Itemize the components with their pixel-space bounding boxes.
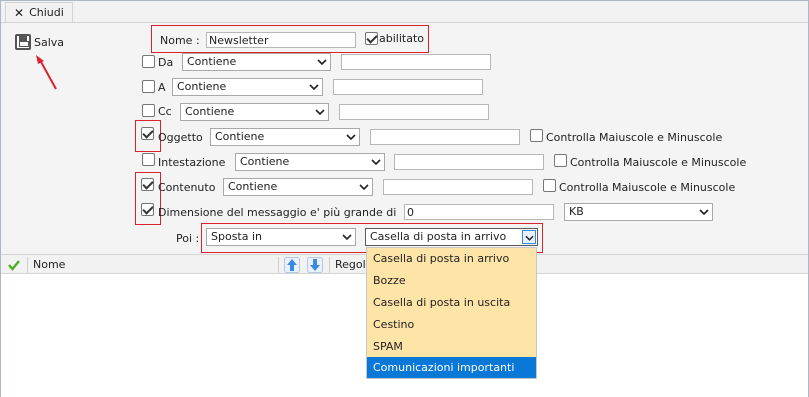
subject-label: Oggetto bbox=[158, 131, 203, 144]
folder-option[interactable]: Casella di posta in uscita bbox=[367, 292, 536, 313]
folder-option[interactable]: Casella di posta in arrivo bbox=[367, 248, 536, 269]
rules-window: ✕ Chiudi Salva Nome : abilitato Da Conti… bbox=[0, 0, 809, 397]
arrow-down-icon[interactable] bbox=[307, 257, 323, 273]
subject-checkbox[interactable] bbox=[141, 127, 154, 140]
chevron-down-icon bbox=[699, 209, 709, 215]
cc-value-input[interactable] bbox=[339, 104, 489, 120]
header-case-checkbox[interactable] bbox=[554, 154, 567, 167]
header-label: Intestazione bbox=[158, 156, 226, 169]
folder-option[interactable]: Cestino bbox=[367, 314, 536, 335]
action-type-select[interactable]: Sposta in bbox=[206, 228, 356, 246]
folder-select[interactable]: Casella di posta in arrivo bbox=[365, 228, 538, 246]
size-checkbox[interactable] bbox=[141, 203, 154, 216]
chevron-down-icon bbox=[317, 59, 327, 65]
size-unit-select[interactable]: KB bbox=[564, 203, 713, 221]
folder-option[interactable]: SPAM bbox=[367, 336, 536, 357]
content-case-label: Controlla Maiuscole e Minuscole bbox=[559, 181, 736, 194]
subject-case-label: Controlla Maiuscole e Minuscole bbox=[546, 131, 723, 144]
chevron-down-icon bbox=[525, 235, 534, 241]
folder-option[interactable]: Bozze bbox=[367, 270, 536, 291]
subject-case-checkbox[interactable] bbox=[530, 129, 543, 142]
floppy-disk-icon bbox=[15, 34, 31, 50]
to-value-input[interactable] bbox=[333, 79, 483, 95]
rule-name-input[interactable] bbox=[206, 32, 356, 48]
subject-operator-select[interactable]: Contiene bbox=[210, 128, 360, 146]
from-operator-select[interactable]: Contiene bbox=[182, 53, 331, 71]
chevron-down-icon bbox=[346, 134, 356, 140]
close-tab-label: Chiudi bbox=[29, 6, 64, 19]
subject-operator-value: Contiene bbox=[215, 130, 265, 143]
size-label: Dimensione del messaggio e' più grande d… bbox=[158, 206, 397, 219]
name-label: Nome : bbox=[160, 34, 200, 47]
chevron-down-icon bbox=[371, 159, 381, 165]
column-separator bbox=[27, 257, 28, 273]
chevron-down-icon bbox=[342, 234, 352, 240]
content-label: Contenuto bbox=[158, 181, 216, 194]
from-label: Da bbox=[158, 56, 174, 69]
cc-checkbox[interactable] bbox=[142, 104, 155, 117]
content-value-input[interactable] bbox=[383, 179, 533, 195]
header-case-label: Controlla Maiuscole e Minuscole bbox=[570, 156, 747, 169]
subject-value-input[interactable] bbox=[370, 129, 520, 145]
annotation-arrow bbox=[36, 55, 57, 90]
enabled-label: abilitato bbox=[379, 32, 424, 45]
folder-option-highlighted[interactable]: Comunicazioni importanti bbox=[367, 357, 536, 378]
header-value-input[interactable] bbox=[394, 154, 544, 170]
chevron-down-icon bbox=[309, 84, 319, 90]
column-separator bbox=[278, 257, 279, 273]
save-button[interactable]: Salva bbox=[11, 32, 68, 52]
content-case-checkbox[interactable] bbox=[543, 179, 556, 192]
content-operator-select[interactable]: Contiene bbox=[223, 178, 373, 196]
to-operator-value: Contiene bbox=[177, 80, 227, 93]
cc-operator-select[interactable]: Contiene bbox=[180, 103, 329, 121]
arrow-up-icon[interactable] bbox=[284, 257, 300, 273]
action-label: Poi : bbox=[176, 232, 200, 245]
folder-select-value: Casella di posta in arrivo bbox=[370, 230, 507, 243]
to-label: A bbox=[158, 81, 166, 94]
to-checkbox[interactable] bbox=[142, 80, 155, 93]
column-header-name[interactable]: Nome bbox=[33, 258, 65, 272]
save-button-label: Salva bbox=[34, 35, 65, 49]
size-value-input[interactable] bbox=[404, 204, 554, 220]
close-tab[interactable]: ✕ Chiudi bbox=[5, 2, 73, 22]
tab-bar: ✕ Chiudi bbox=[1, 1, 808, 23]
cc-label: Cc bbox=[158, 105, 172, 118]
cc-operator-value: Contiene bbox=[185, 105, 235, 118]
content-checkbox[interactable] bbox=[141, 178, 154, 191]
header-operator-select[interactable]: Contiene bbox=[235, 153, 385, 171]
close-icon: ✕ bbox=[14, 5, 25, 20]
folder-select-toggle[interactable] bbox=[522, 230, 536, 244]
enabled-checkbox[interactable] bbox=[365, 32, 378, 45]
to-operator-select[interactable]: Contiene bbox=[172, 78, 323, 96]
action-type-value: Sposta in bbox=[211, 230, 263, 243]
content-operator-value: Contiene bbox=[228, 180, 278, 193]
from-checkbox[interactable] bbox=[142, 55, 155, 68]
chevron-down-icon bbox=[315, 109, 325, 115]
from-value-input[interactable] bbox=[341, 54, 491, 70]
checkmark-icon[interactable] bbox=[7, 258, 21, 272]
size-unit-value: KB bbox=[569, 205, 584, 218]
from-operator-value: Contiene bbox=[187, 55, 237, 68]
folder-dropdown-list: Casella di posta in arrivo Bozze Casella… bbox=[366, 247, 537, 379]
header-operator-value: Contiene bbox=[240, 155, 290, 168]
column-separator bbox=[329, 257, 330, 273]
header-checkbox[interactable] bbox=[142, 153, 155, 166]
chevron-down-icon bbox=[359, 184, 369, 190]
